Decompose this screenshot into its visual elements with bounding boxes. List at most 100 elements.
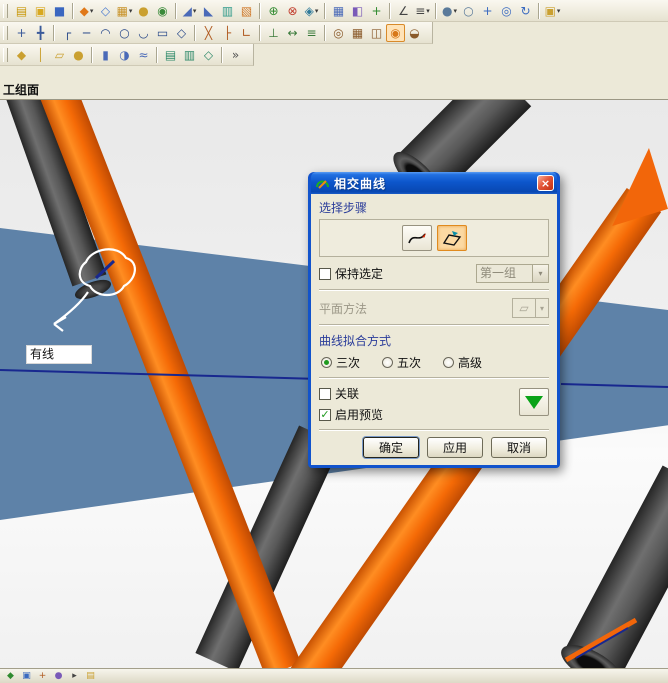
- cancel-button[interactable]: 取消: [491, 437, 547, 458]
- point-set-button[interactable]: ╋: [31, 24, 50, 42]
- dropdown-caret-icon[interactable]: ▾: [193, 7, 197, 15]
- trim-body-button[interactable]: ▧: [237, 2, 256, 20]
- rectangle-button[interactable]: ▭: [153, 24, 172, 42]
- edge-blend-button[interactable]: ◢ ▾: [180, 2, 199, 20]
- taskbar-doc-button[interactable]: ▣: [19, 670, 34, 683]
- close-button[interactable]: ×: [537, 175, 554, 191]
- intersection-curve-right[interactable]: [560, 383, 668, 388]
- rotate-view-button[interactable]: ↻: [516, 2, 535, 20]
- intersect-button[interactable]: ◈ ▾: [302, 2, 321, 20]
- rotate-view-icon: ↻: [520, 3, 531, 18]
- make-corner-button[interactable]: ∟: [237, 24, 256, 42]
- quick-extend-button[interactable]: ├: [218, 24, 237, 42]
- arc-button[interactable]: ◠: [96, 24, 115, 42]
- taskbar-tool-3-button[interactable]: ▸: [67, 670, 82, 683]
- datum-plane-tool-button[interactable]: ▱: [50, 46, 69, 64]
- line-button[interactable]: ─: [77, 24, 96, 42]
- revolve-button[interactable]: ●: [134, 2, 153, 20]
- chamfer-button[interactable]: ◣: [199, 2, 218, 20]
- checkbox-icon[interactable]: [319, 267, 331, 280]
- intersection-curve-mark[interactable]: [94, 259, 116, 280]
- project-curve-button[interactable]: ◒: [405, 24, 424, 42]
- ok-button[interactable]: 确定: [363, 437, 419, 458]
- unite-button[interactable]: ⊕: [264, 2, 283, 20]
- checkbox-icon[interactable]: ✓: [319, 408, 331, 421]
- point-tool-button[interactable]: ●: [69, 46, 88, 64]
- radio-circle-icon[interactable]: [443, 357, 455, 368]
- taskbar-start-button[interactable]: ◆: [3, 670, 18, 683]
- extrude-button[interactable]: ▦ ▾: [115, 2, 134, 20]
- enable-preview-checkbox[interactable]: ✓ 启用预览: [319, 406, 383, 423]
- save-file-button[interactable]: ■: [50, 2, 69, 20]
- radio-option-2[interactable]: 高级: [443, 354, 482, 371]
- offset-curve-button[interactable]: ◎: [329, 24, 348, 42]
- mirror-feature-button[interactable]: ◧: [348, 2, 367, 20]
- select-first-face-step-button[interactable]: [401, 225, 432, 251]
- taskbar-tool-1-button[interactable]: +: [35, 670, 50, 683]
- move-object-button[interactable]: +: [367, 2, 386, 20]
- point-button[interactable]: +: [12, 24, 31, 42]
- combo-dropdown-button[interactable]: ▾: [532, 265, 548, 282]
- intersection-curve-left[interactable]: [0, 369, 321, 380]
- intersection-curve-icon: ◉: [390, 25, 401, 40]
- dropdown-caret-icon[interactable]: ▾: [315, 7, 319, 15]
- n-sided-surface-button[interactable]: ◇: [199, 46, 218, 64]
- taskbar-tool-2-button[interactable]: ●: [51, 670, 66, 683]
- dropdown-caret-icon[interactable]: ▾: [129, 7, 133, 15]
- auto-constrain-button[interactable]: ≡: [302, 24, 321, 42]
- datum-plane-button[interactable]: ◇: [96, 2, 115, 20]
- radio-circle-icon[interactable]: [321, 357, 332, 368]
- show-result-button[interactable]: [519, 388, 549, 416]
- shaded-view-button[interactable]: ● ▾: [440, 2, 459, 20]
- keep-selected-checkbox[interactable]: 保持选定: [319, 265, 383, 282]
- new-file-button[interactable]: ▤: [12, 2, 31, 20]
- group-select[interactable]: 第一组 ▾: [476, 264, 549, 283]
- sweep-button[interactable]: ≈: [134, 46, 153, 64]
- sketch-button[interactable]: ◆ ▾: [77, 2, 96, 20]
- profile-button[interactable]: ┌: [58, 24, 77, 42]
- checkbox-icon[interactable]: [319, 387, 331, 400]
- dialog-titlebar[interactable]: 相交曲线 ×: [311, 172, 557, 194]
- dimensions-button[interactable]: ↔: [283, 24, 302, 42]
- window-button[interactable]: ▣ ▾: [543, 2, 562, 20]
- constraints-button[interactable]: ⊥: [264, 24, 283, 42]
- pattern-feature-button[interactable]: ▦: [329, 2, 348, 20]
- shell-button[interactable]: ▥: [218, 2, 237, 20]
- taskbar-tool-4-button[interactable]: ▤: [83, 670, 98, 683]
- subtract-button[interactable]: ⊗: [283, 2, 302, 20]
- intersection-curve-button[interactable]: ◉: [386, 23, 405, 42]
- plane-method-dropdown[interactable]: ▾: [536, 298, 549, 318]
- pan-view-button[interactable]: +: [478, 2, 497, 20]
- radio-option-0[interactable]: 三次: [321, 354, 360, 371]
- radio-option-1[interactable]: 五次: [382, 354, 421, 371]
- ruled-surface-button[interactable]: ▥: [180, 46, 199, 64]
- circle-button[interactable]: ○: [115, 24, 134, 42]
- open-file-button[interactable]: ▣: [31, 2, 50, 20]
- select-second-face-step-button[interactable]: [436, 225, 467, 251]
- extrude-tool-button[interactable]: ▮: [96, 46, 115, 64]
- datum-csys-button[interactable]: ◆: [12, 46, 31, 64]
- fillet-button[interactable]: ◡: [134, 24, 153, 42]
- hole-button[interactable]: ◉: [153, 2, 172, 20]
- more-tools-button[interactable]: »: [226, 46, 245, 64]
- zoom-view-button[interactable]: ◎: [497, 2, 516, 20]
- datum-axis-button[interactable]: │: [31, 46, 50, 64]
- apply-button[interactable]: 应用: [427, 437, 483, 458]
- measure-button[interactable]: ∠: [394, 2, 413, 20]
- analysis-button[interactable]: ≡ ▾: [413, 2, 432, 20]
- wireframe-view-button[interactable]: ○: [459, 2, 478, 20]
- dropdown-caret-icon[interactable]: ▾: [557, 7, 561, 15]
- pattern-curve-button[interactable]: ▦: [348, 24, 367, 42]
- radio-circle-icon[interactable]: [382, 357, 394, 368]
- revolve-tool-button[interactable]: ◑: [115, 46, 134, 64]
- dropdown-caret-icon[interactable]: ▾: [426, 7, 430, 15]
- annotation-label[interactable]: 有线: [27, 346, 91, 363]
- plane-method-button[interactable]: ▱: [512, 298, 536, 318]
- polygon-button[interactable]: ◇: [172, 24, 191, 42]
- dropdown-caret-icon[interactable]: ▾: [453, 7, 457, 15]
- quick-trim-button[interactable]: ╳: [199, 24, 218, 42]
- dropdown-caret-icon[interactable]: ▾: [90, 7, 94, 15]
- associate-checkbox[interactable]: 关联: [319, 385, 359, 402]
- through-curves-button[interactable]: ▤: [161, 46, 180, 64]
- mirror-curve-button[interactable]: ◫: [367, 24, 386, 42]
